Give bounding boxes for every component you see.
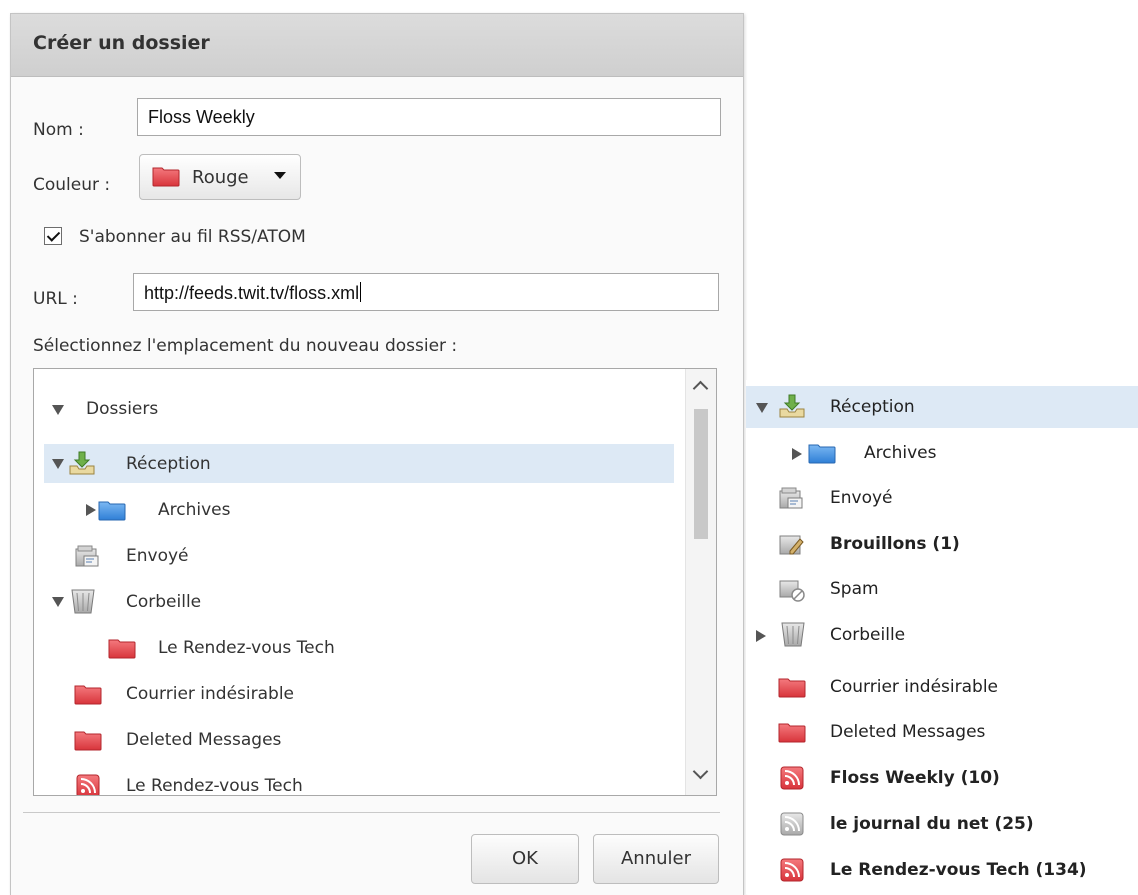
side-item-brouillons[interactable]: Brouillons (1) <box>746 525 1138 565</box>
folder-list-panel: Réception Archives Envoyé Brouillons (1)… <box>746 380 1138 894</box>
tree-item-label: Envoyé <box>126 546 189 566</box>
folder-blue-icon <box>98 499 126 521</box>
tree-item-label: Réception <box>126 454 211 474</box>
folder-red-icon <box>74 683 102 705</box>
url-field-value: http://feeds.twit.tv/floss.xml <box>144 283 360 303</box>
side-item-deleted-messages[interactable]: Deleted Messages <box>746 713 1138 753</box>
side-item-rendez-vous-tech[interactable]: Le Rendez-vous Tech (134) <box>746 851 1138 891</box>
tree-scrollbar[interactable] <box>685 369 716 795</box>
location-label: Sélectionnez l'emplacement du nouveau do… <box>33 336 458 356</box>
tree-item-label: Deleted Messages <box>126 730 282 750</box>
folder-red-icon <box>108 637 136 659</box>
side-item-label: Le Rendez-vous Tech (134) <box>830 860 1087 880</box>
collapse-triangle-icon[interactable] <box>52 459 64 469</box>
folder-blue-icon <box>808 442 836 464</box>
drafts-icon <box>778 531 806 557</box>
side-item-label: le journal du net (25) <box>830 814 1034 834</box>
side-item-label: Floss Weekly (10) <box>830 768 1000 788</box>
tree-item-label: Le Rendez-vous Tech <box>126 776 303 796</box>
side-item-label: Corbeille <box>830 625 906 645</box>
color-label: Couleur : <box>33 175 111 195</box>
scroll-thumb[interactable] <box>694 409 708 539</box>
tree-item-label: Archives <box>158 500 231 520</box>
scroll-down-icon[interactable] <box>692 763 709 780</box>
tree-item-label: Le Rendez-vous Tech <box>158 638 335 658</box>
side-item-corbeille[interactable]: Corbeille <box>746 616 1138 656</box>
side-item-reception[interactable]: Réception <box>746 388 1138 428</box>
side-item-label: Réception <box>830 397 915 417</box>
create-folder-dialog: Créer un dossier Nom : Floss Weekly Coul… <box>10 13 744 895</box>
tree-item-label: Corbeille <box>126 592 202 612</box>
subscribe-label: S'abonner au fil RSS/ATOM <box>79 227 306 247</box>
color-select-value: Rouge <box>192 167 249 188</box>
expand-triangle-icon[interactable] <box>756 630 766 642</box>
side-item-label: Brouillons (1) <box>830 534 960 554</box>
subscribe-checkbox[interactable] <box>44 227 62 245</box>
side-item-label: Envoyé <box>830 488 893 508</box>
spam-icon <box>778 576 806 602</box>
tree-item-label: Courrier indésirable <box>126 684 295 704</box>
cancel-button[interactable]: Annuler <box>593 834 719 884</box>
folder-tree[interactable]: Dossiers Réception Archives Envoyé Corbe… <box>33 368 717 796</box>
footer-divider <box>23 812 720 813</box>
name-label: Nom : <box>33 120 84 140</box>
sent-icon <box>778 485 806 511</box>
side-item-archives[interactable]: Archives <box>746 434 1138 474</box>
side-item-label: Deleted Messages <box>830 722 986 742</box>
folder-red-icon <box>778 721 806 743</box>
url-field[interactable]: http://feeds.twit.tv/floss.xml <box>133 273 719 311</box>
side-item-floss-weekly[interactable]: Floss Weekly (10) <box>746 759 1138 799</box>
rss-red-icon <box>780 858 804 882</box>
url-label: URL : <box>33 289 78 309</box>
sent-icon <box>74 543 102 569</box>
side-item-label: Courrier indésirable <box>830 677 999 697</box>
inbox-icon <box>68 449 96 477</box>
checkmark-icon <box>46 228 61 242</box>
dialog-title: Créer un dossier <box>33 32 210 54</box>
scroll-up-icon[interactable] <box>692 380 709 397</box>
expand-triangle-icon[interactable] <box>86 504 96 516</box>
name-field-value: Floss Weekly <box>148 107 255 127</box>
text-caret <box>360 282 362 302</box>
chevron-down-icon <box>274 172 286 179</box>
dialog-header: Créer un dossier <box>11 14 743 77</box>
folder-red-icon <box>778 676 806 698</box>
collapse-triangle-icon[interactable] <box>52 405 64 415</box>
side-item-journal-du-net[interactable]: le journal du net (25) <box>746 805 1138 845</box>
side-item-envoye[interactable]: Envoyé <box>746 479 1138 519</box>
rss-red-icon <box>780 766 804 790</box>
trash-icon <box>70 587 96 615</box>
tree-root-label: Dossiers <box>86 399 159 419</box>
folder-red-icon <box>152 165 180 187</box>
collapse-triangle-icon[interactable] <box>756 403 768 413</box>
side-item-courrier-indesirable[interactable]: Courrier indésirable <box>746 668 1138 708</box>
color-select[interactable]: Rouge <box>139 154 301 200</box>
collapse-triangle-icon[interactable] <box>52 597 64 607</box>
rss-gray-icon <box>780 812 804 836</box>
side-item-label: Spam <box>830 579 879 599</box>
expand-triangle-icon[interactable] <box>792 448 802 460</box>
rss-red-icon <box>76 774 100 796</box>
name-field[interactable]: Floss Weekly <box>137 98 721 136</box>
side-item-spam[interactable]: Spam <box>746 570 1138 610</box>
trash-icon <box>780 620 806 648</box>
folder-red-icon <box>74 729 102 751</box>
ok-button[interactable]: OK <box>471 834 579 884</box>
inbox-icon <box>778 392 806 420</box>
side-item-label: Archives <box>864 443 937 463</box>
